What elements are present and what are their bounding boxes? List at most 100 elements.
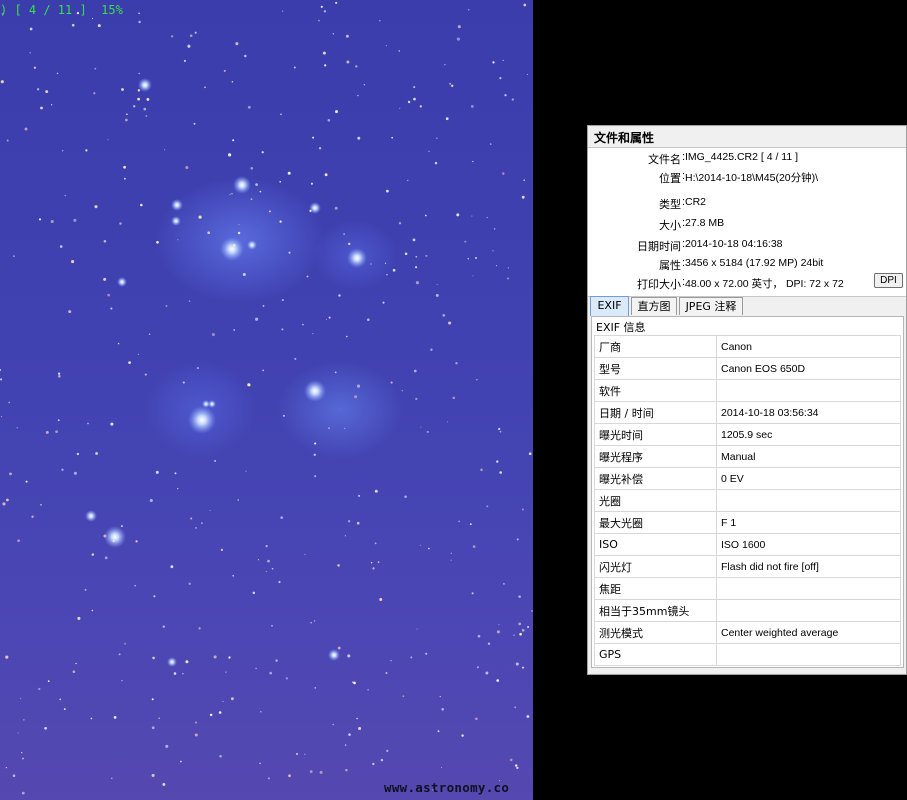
faint-star [72,670,76,674]
faint-star [386,749,389,753]
faint-star [91,609,94,612]
faint-star [156,240,159,244]
faint-star [380,758,384,762]
property-row-type: 类型: CR2 [659,196,707,211]
faint-star [151,773,155,777]
faint-star [259,190,262,193]
property-value: 48.00 x 72.00 英寸， DPI: 72 x 72 [685,278,844,290]
faint-star [6,498,9,502]
faint-star [413,97,416,101]
faint-star [275,659,278,662]
faint-star [386,274,388,276]
faint-star [398,50,401,52]
faint-star [304,753,306,755]
faint-star [322,51,326,55]
faint-star [171,35,174,38]
panel-title: 文件和属性 [594,131,655,145]
exif-row-metering-mode: 测光模式 Center weighted average [594,621,901,644]
faint-star [313,620,316,622]
bright-star [188,406,216,434]
image-viewer[interactable]: ) [ 4 / 11 ] 15% www.astronomy.co [0,0,533,800]
faint-star [195,527,197,529]
faint-star [502,59,504,62]
faint-star [21,757,25,760]
faint-star [138,12,140,15]
faint-star [391,136,394,139]
faint-star [55,430,59,434]
faint-star [430,348,433,351]
faint-star [164,149,166,151]
faint-star [252,591,256,595]
faint-star [425,652,428,655]
faint-star [213,655,217,659]
exif-key: 测光模式 [594,621,717,644]
faint-star [455,362,458,365]
faint-star [399,107,401,109]
exif-row-aperture: 光圈 [594,489,901,512]
bright-star [208,400,216,408]
faint-star [16,427,18,429]
property-value: 3456 x 5184 (17.92 MP) 24bit [685,257,824,269]
tab-jpeg-comment[interactable]: JPEG 注释 [679,297,743,315]
faint-star [310,622,312,624]
property-value: IMG_4425.CR2 [ 4 / 11 ] [685,151,799,163]
faint-star [319,770,323,774]
faint-star [382,301,385,304]
faint-star [173,672,177,675]
faint-star [271,567,274,570]
faint-star [439,695,442,698]
bright-star [117,277,127,287]
faint-star [404,252,408,256]
bright-star [347,248,367,268]
exif-row-exposure-program: 曝光程序 Manual [594,445,901,468]
faint-star [138,72,140,75]
faint-star [13,255,15,257]
faint-star [449,82,452,85]
faint-star [279,181,281,183]
faint-star [223,69,226,72]
dpi-button[interactable]: DPI [874,273,903,288]
faint-star [486,505,489,508]
faint-star [123,165,126,169]
tab-exif[interactable]: EXIF [590,296,629,316]
faint-star [499,471,502,474]
faint-star [84,588,87,591]
faint-star [237,499,239,501]
tab-histogram[interactable]: 直方图 [631,297,677,315]
exif-value: Canon [716,335,901,358]
property-label: 类型 [659,198,681,211]
exif-row-software: 软件 [594,379,901,402]
faint-star [132,105,136,108]
faint-star [424,214,427,217]
faint-star [134,584,136,587]
faint-star [165,744,169,748]
faint-star [279,220,282,223]
faint-star [314,687,317,689]
faint-star [521,508,524,511]
exif-value [716,379,901,402]
faint-star [228,656,231,659]
faint-star [352,681,354,684]
faint-star [267,559,270,563]
faint-star [265,571,267,573]
faint-star [21,751,23,754]
faint-star [188,300,191,302]
exif-row-max-aperture: 最大光圈 F 1 [594,511,901,534]
faint-star [526,715,530,718]
faint-star [255,317,259,321]
faint-star [379,19,381,22]
faint-star [73,218,77,222]
faint-star [110,307,113,310]
faint-star [50,104,53,106]
faint-star [441,708,444,711]
exif-row-35mm-equivalent: 相当于35mm镜头 [594,599,901,622]
faint-star [68,310,72,314]
faint-star [356,521,360,525]
faint-star [477,634,481,638]
faint-star [337,564,340,567]
faint-star [193,122,196,125]
faint-star [140,203,143,207]
faint-star [113,716,117,719]
faint-star [346,335,348,338]
faint-star [194,733,198,737]
